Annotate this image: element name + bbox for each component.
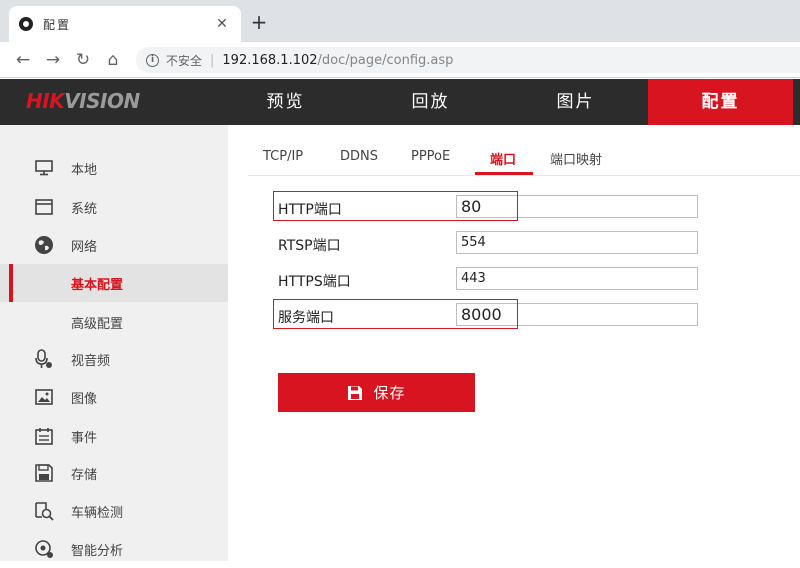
image-icon: [34, 387, 54, 407]
sidebar-item-label: 视音频: [71, 353, 111, 369]
nav-configuration[interactable]: 配置: [648, 79, 793, 125]
close-tab-icon[interactable]: ✕: [213, 16, 231, 32]
insecure-label: 不安全: [166, 53, 203, 68]
https-port-label: HTTPS端口: [278, 274, 351, 290]
sidebar-item-label: 基本配置: [71, 277, 124, 293]
nav-playback[interactable]: 回放: [358, 79, 503, 125]
https-port-input[interactable]: [456, 267, 698, 290]
sidebar-item-local[interactable]: 本地: [0, 149, 228, 187]
sidebar-item-smart-analysis[interactable]: 智能分析: [0, 530, 228, 568]
globe-icon: [34, 235, 54, 255]
sidebar-item-label: 网络: [71, 239, 98, 255]
url-path: /doc/page/config.asp: [317, 52, 454, 68]
sidebar-item-system[interactable]: 系统: [0, 188, 228, 226]
window-icon: [34, 197, 54, 217]
logo-part-hik: HIK: [26, 89, 65, 113]
tab-title: 配置: [43, 17, 72, 32]
app-header: HIKVISION 预览 回放 图片 配置: [0, 79, 800, 125]
sidebar: 本地 系统 网络 基本配置 高级配置 视音频 图像 事件 存储 车辆检测 智能分…: [0, 125, 228, 561]
sidebar-item-label: 系统: [71, 201, 98, 217]
sidebar-item-label: 车辆检测: [71, 505, 124, 521]
active-indicator: [9, 264, 13, 302]
microphone-icon: [34, 349, 54, 369]
browser-tab-strip: 配置 ✕ +: [0, 0, 800, 42]
main-nav: 预览 回放 图片 配置: [213, 79, 793, 125]
rtsp-port-input[interactable]: [456, 231, 698, 254]
tab-divider: [248, 175, 800, 176]
sidebar-item-basic-config[interactable]: 基本配置: [0, 264, 228, 302]
save-button[interactable]: 保存: [278, 373, 475, 412]
home-button[interactable]: ⌂: [102, 49, 124, 71]
new-tab-button[interactable]: +: [248, 10, 270, 34]
tab-ddns[interactable]: DDNS: [340, 149, 378, 164]
sidebar-item-network[interactable]: 网络: [0, 226, 228, 264]
sidebar-item-label: 智能分析: [71, 543, 124, 559]
sidebar-item-label: 本地: [71, 162, 98, 178]
sidebar-item-event[interactable]: 事件: [0, 417, 228, 455]
analysis-icon: [34, 539, 54, 559]
tab-port-mapping[interactable]: 端口映射: [550, 149, 602, 168]
url-host: 192.168.1.102: [222, 52, 318, 68]
rtsp-port-label: RTSP端口: [278, 238, 341, 254]
camera-favicon-icon: [19, 17, 33, 31]
tab-tcpip[interactable]: TCP/IP: [263, 149, 303, 164]
sidebar-item-label: 事件: [71, 430, 98, 446]
sidebar-item-image[interactable]: 图像: [0, 378, 228, 416]
server-port-highlight: [273, 299, 518, 329]
forward-button[interactable]: →: [42, 49, 64, 71]
config-content: TCP/IP DDNS PPPoE 端口 端口映射 HTTP端口 RTSP端口 …: [228, 125, 800, 561]
sidebar-item-label: 存储: [71, 467, 98, 483]
sidebar-item-vehicle-detection[interactable]: 车辆检测: [0, 492, 228, 530]
nav-picture[interactable]: 图片: [503, 79, 648, 125]
hikvision-logo: HIKVISION: [26, 89, 140, 113]
back-button[interactable]: ←: [12, 49, 34, 71]
calendar-icon: [34, 426, 54, 446]
sidebar-item-video-audio[interactable]: 视音频: [0, 340, 228, 378]
nav-preview[interactable]: 预览: [213, 79, 358, 125]
reload-button[interactable]: ↻: [72, 49, 94, 71]
vehicle-search-icon: [34, 501, 54, 521]
browser-tab[interactable]: 配置 ✕: [9, 6, 241, 42]
sidebar-item-label: 高级配置: [71, 316, 124, 332]
sidebar-item-label: 图像: [71, 391, 98, 407]
info-icon[interactable]: i: [146, 53, 159, 67]
tab-pppoe[interactable]: PPPoE: [411, 149, 450, 164]
tab-port[interactable]: 端口: [490, 149, 516, 168]
sub-tabs: TCP/IP DDNS PPPoE 端口 端口映射: [228, 125, 800, 176]
monitor-icon: [34, 158, 54, 178]
logo-part-vision: VISION: [64, 89, 140, 113]
save-button-label: 保存: [373, 385, 406, 402]
address-separator: |: [210, 52, 215, 68]
browser-toolbar: ← → ↻ ⌂ i 不安全 | 192.168.1.102/doc/page/c…: [0, 42, 800, 78]
sidebar-item-advanced-config[interactable]: 高级配置: [0, 303, 228, 341]
http-port-highlight: [273, 191, 518, 221]
floppy-disk-icon: [34, 463, 54, 483]
sidebar-item-storage[interactable]: 存储: [0, 454, 228, 492]
address-bar[interactable]: i 不安全 | 192.168.1.102/doc/page/config.as…: [136, 47, 800, 73]
save-icon: [348, 385, 363, 400]
